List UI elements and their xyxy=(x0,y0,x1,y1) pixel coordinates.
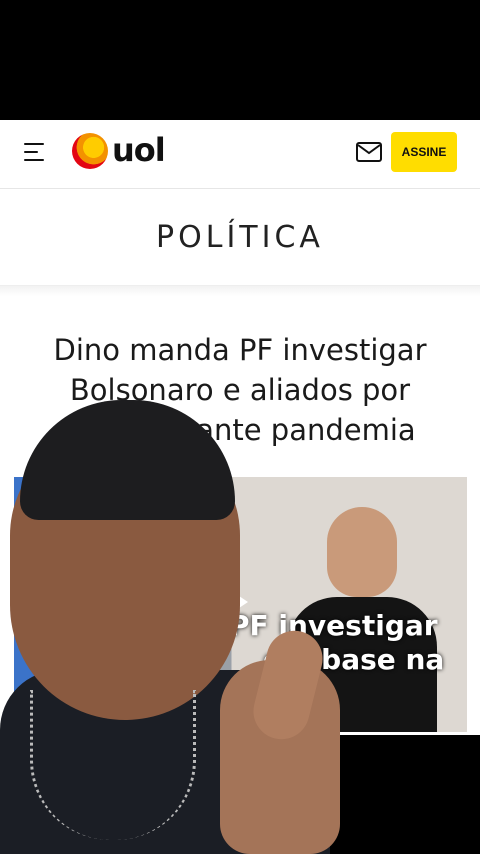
headline-line-1: Dino manda PF investigar xyxy=(53,333,427,367)
divider xyxy=(0,286,480,296)
logo-text: uol xyxy=(112,131,166,169)
uol-logo[interactable]: uol xyxy=(72,131,172,169)
section-title: POLÍTICA xyxy=(156,219,324,255)
section-title-bar: POLÍTICA xyxy=(0,189,480,286)
presenter-video-overlay xyxy=(0,400,420,854)
site-header: uol ASSINE xyxy=(0,120,480,189)
logo-sun-icon xyxy=(72,133,108,169)
subscribe-button[interactable]: ASSINE xyxy=(391,132,457,172)
hamburger-menu-icon[interactable] xyxy=(24,143,44,161)
presenter-hair xyxy=(20,400,235,520)
mail-icon[interactable] xyxy=(356,142,382,162)
presenter-necklace xyxy=(30,690,196,840)
